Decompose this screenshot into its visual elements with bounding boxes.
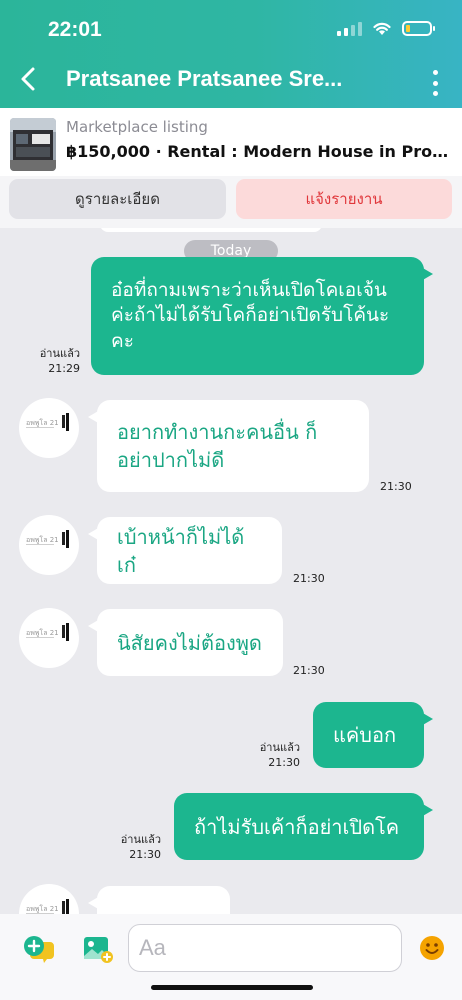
listing-title: ฿150,000 · Rental : Modern House in Prod… bbox=[66, 142, 454, 161]
avatar-logo: อพพูโล 21 bbox=[26, 413, 69, 431]
signal-icon bbox=[337, 21, 362, 36]
avatar-logo: อพพูโล 21 bbox=[26, 899, 69, 914]
avatar[interactable]: อพพูโล 21 bbox=[19, 884, 79, 914]
message-meta: อ่านแล้ว 21:29 bbox=[24, 346, 80, 376]
message-bubble-partial bbox=[100, 228, 322, 232]
home-indicator bbox=[151, 985, 313, 990]
chat-title[interactable]: Pratsanee Pratsanee Sre... bbox=[66, 66, 396, 92]
message-text: ถ้าไม่รับเค้าก็อย่าเปิดโค bbox=[194, 814, 400, 839]
message-text: แค่บอก bbox=[333, 723, 397, 747]
incoming-message-partial[interactable] bbox=[88, 886, 230, 914]
message-meta: อ่านแล้ว 21:30 bbox=[115, 832, 161, 862]
svg-text:อพพูโล 21: อพพูโล 21 bbox=[26, 904, 59, 913]
message-time: 21:30 bbox=[268, 756, 300, 769]
message-time: 21:30 bbox=[129, 848, 161, 861]
svg-text:อพพูโล 21: อพพูโล 21 bbox=[26, 535, 59, 544]
emoji-icon[interactable] bbox=[419, 935, 445, 961]
svg-text:อพพูโล 21: อพพูโล 21 bbox=[26, 418, 59, 427]
view-details-button[interactable]: ดูรายละเอียด bbox=[9, 179, 226, 219]
wifi-icon bbox=[373, 22, 391, 35]
status-time: 22:01 bbox=[48, 18, 102, 41]
status-icons bbox=[337, 21, 435, 36]
message-meta: อ่านแล้ว 21:30 bbox=[254, 740, 300, 770]
avatar-logo: อพพูโล 21 bbox=[26, 623, 69, 641]
chat-header: 22:01 Pratsanee Pratsanee Sre... bbox=[0, 0, 462, 108]
outgoing-message[interactable]: อ๋อที่ถามเพราะว่าเห็นเปิดโคเอเจ้นค่ะถ้าไ… bbox=[91, 257, 433, 375]
add-chat-icon[interactable] bbox=[22, 934, 56, 964]
incoming-message[interactable]: อยากทำงานกะคนอื่น ก็อย่าปากไม่ดี bbox=[88, 400, 369, 492]
message-text: นิสัยคงไม่ต้องพูด bbox=[117, 630, 262, 655]
message-text: อ๋อที่ถามเพราะว่าเห็นเปิดโคเอเจ้นค่ะถ้าไ… bbox=[111, 278, 390, 352]
message-time: 21:30 bbox=[380, 480, 412, 493]
message-text: เบ้าหน้าก็ไม่ได้เก๋ bbox=[117, 524, 245, 577]
outgoing-message[interactable]: ถ้าไม่รับเค้าก็อย่าเปิดโค bbox=[174, 793, 433, 860]
avatar[interactable]: อพพูโล 21 bbox=[19, 398, 79, 458]
message-list[interactable]: Today อ่านแล้ว 21:29 อ๋อที่ถามเพราะว่าเห… bbox=[0, 228, 462, 914]
message-time: 21:29 bbox=[48, 362, 80, 375]
battery-icon bbox=[402, 21, 435, 36]
read-receipt: อ่านแล้ว bbox=[39, 347, 80, 360]
incoming-message[interactable]: เบ้าหน้าก็ไม่ได้เก๋ bbox=[88, 517, 282, 584]
read-receipt: อ่านแล้ว bbox=[120, 833, 161, 846]
avatar[interactable]: อพพูโล 21 bbox=[19, 608, 79, 668]
incoming-message[interactable]: นิสัยคงไม่ต้องพูด bbox=[88, 609, 283, 676]
gallery-add-icon[interactable] bbox=[82, 934, 114, 964]
message-text: อยากทำงานกะคนอื่น ก็อย่าปากไม่ดี bbox=[117, 420, 318, 472]
report-button[interactable]: แจ้งรายงาน bbox=[236, 179, 452, 219]
message-time: 21:30 bbox=[293, 572, 325, 585]
message-input[interactable] bbox=[128, 924, 402, 972]
chevron-left-icon[interactable] bbox=[14, 64, 44, 94]
listing-thumbnail bbox=[10, 118, 56, 171]
message-time: 21:30 bbox=[293, 664, 325, 677]
avatar[interactable]: อพพูโล 21 bbox=[19, 515, 79, 575]
listing-label: Marketplace listing bbox=[66, 118, 208, 136]
outgoing-message[interactable]: แค่บอก bbox=[313, 702, 433, 768]
read-receipt: อ่านแล้ว bbox=[259, 741, 300, 754]
more-vertical-icon[interactable] bbox=[430, 70, 440, 96]
svg-text:อพพูโล 21: อพพูโล 21 bbox=[26, 628, 59, 637]
listing-actions: ดูรายละเอียด แจ้งรายงาน bbox=[0, 176, 462, 228]
avatar-logo: อพพูโล 21 bbox=[26, 530, 69, 548]
marketplace-listing-card[interactable]: Marketplace listing ฿150,000 · Rental : … bbox=[0, 108, 462, 176]
